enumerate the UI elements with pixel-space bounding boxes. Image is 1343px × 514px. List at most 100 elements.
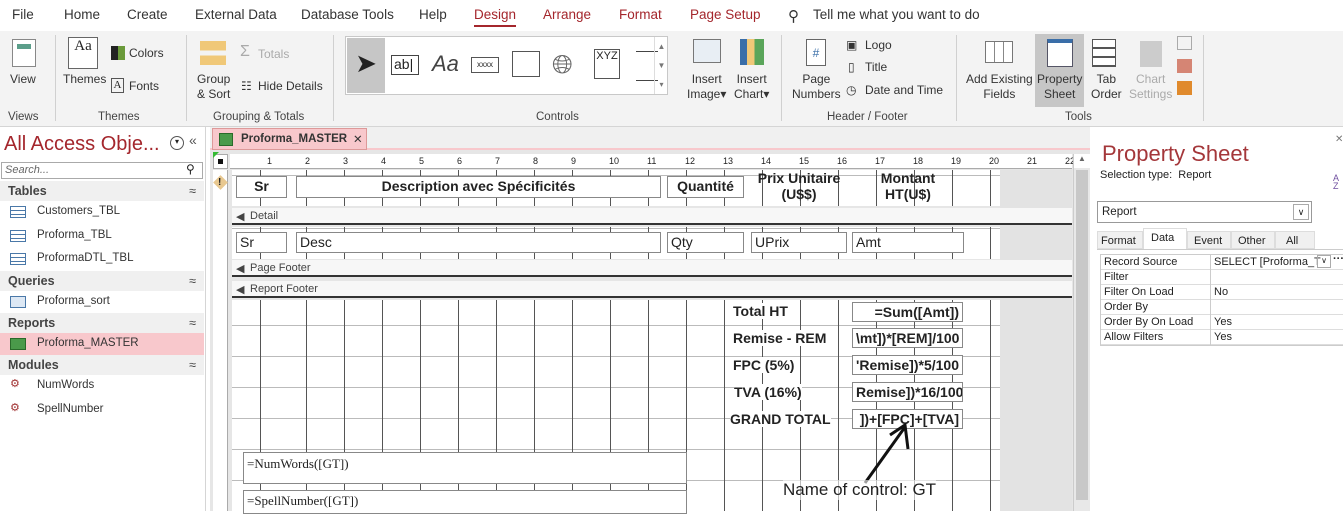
fonts-button[interactable]: Fonts — [129, 79, 159, 94]
vertical-scrollbar[interactable]: ▲ — [1073, 154, 1090, 511]
label-fpc[interactable]: FPC (5%) — [733, 357, 795, 373]
builder-ellipsis-icon[interactable]: ··· — [1333, 253, 1343, 265]
nav-menu-chevron-icon[interactable]: ▾ — [170, 136, 184, 150]
page-numbers-button[interactable]: Page Numbers — [792, 72, 841, 102]
field-tva[interactable]: Remise])*16/100 — [852, 382, 963, 402]
detail-field-amt[interactable]: Amt — [852, 232, 964, 253]
tab-help[interactable]: Help — [419, 7, 447, 22]
detail-field-qty[interactable]: Qty — [667, 232, 744, 253]
textbox-control-icon[interactable]: ab| — [391, 55, 419, 75]
tab-create[interactable]: Create — [127, 7, 168, 22]
logo-button[interactable]: Logo — [865, 38, 892, 53]
date-time-button[interactable]: Date and Time — [865, 83, 943, 98]
tab-page-setup[interactable]: Page Setup — [690, 7, 761, 22]
subform-icon[interactable] — [1177, 36, 1192, 50]
field-spellnumber[interactable]: =SpellNumber([GT]) — [243, 490, 687, 514]
header-label-prix-unitaire[interactable]: Prix Unitaire (U$$) — [752, 170, 846, 206]
nav-section-modules[interactable]: Modules ≈ — [0, 355, 204, 375]
header-label-sr[interactable]: Sr — [236, 176, 287, 198]
property-sheet-button[interactable]: Property Sheet — [1037, 72, 1082, 102]
header-label-description[interactable]: Description avec Spécificités — [296, 176, 661, 198]
property-sheet-title: Property Sheet — [1102, 141, 1249, 166]
insert-chart-button[interactable]: Insert Chart▾ — [734, 72, 769, 102]
header-label-quantite[interactable]: Quantité — [667, 176, 744, 198]
insert-image-button[interactable]: Insert Image▾ — [687, 72, 726, 102]
chevron-down-icon[interactable]: ∨ — [1317, 255, 1331, 268]
nav-item-proforma-tbl[interactable]: Proforma_TBL — [0, 225, 204, 247]
sort-icon[interactable]: AZ — [1333, 174, 1339, 191]
title-button[interactable]: Title — [865, 60, 887, 75]
field-total-ht[interactable]: =Sum([Amt]) — [852, 302, 963, 322]
tab-order-button[interactable]: Tab Order — [1091, 72, 1122, 102]
nav-item-numwords[interactable]: ⚙ NumWords — [0, 375, 204, 397]
detail-band-header[interactable]: ◀ Detail — [232, 208, 1072, 225]
nav-item-spellnumber[interactable]: ⚙ SpellNumber — [0, 399, 204, 421]
nav-search-icon[interactable]: ⚲ — [186, 162, 195, 176]
nav-item-proforma-sort[interactable]: Proforma_sort — [0, 291, 204, 313]
nav-section-tables[interactable]: Tables ≈ — [0, 181, 204, 201]
totals-button[interactable]: Totals — [258, 47, 289, 62]
field-fpc[interactable]: 'Remise])*5/100 — [852, 355, 963, 375]
add-existing-fields-button[interactable]: Add Existing Fields — [966, 72, 1033, 102]
close-pane-icon[interactable]: ✕ — [1335, 134, 1343, 145]
convert-macros-icon[interactable] — [1177, 81, 1192, 95]
hide-details-icon: ☷ — [241, 79, 252, 93]
tab-format[interactable]: Format — [1097, 231, 1143, 249]
document-tab-proforma-master[interactable]: Proforma_MASTER ✕ — [212, 128, 367, 150]
label-grand-total[interactable]: GRAND TOTAL — [730, 411, 831, 427]
hyperlink-icon[interactable]: 🌐︎ — [552, 49, 573, 81]
selection-dropdown[interactable]: Report ∨ — [1097, 201, 1312, 223]
tab-design[interactable]: Design — [474, 7, 517, 27]
label-total-ht[interactable]: Total HT — [733, 303, 788, 319]
tab-database-tools[interactable]: Database Tools — [301, 7, 394, 22]
property-row-allow-filters[interactable]: Allow Filters Yes — [1101, 330, 1343, 345]
tab-data[interactable]: Data — [1143, 228, 1187, 249]
group-sort-button[interactable]: Group & Sort — [197, 72, 230, 102]
property-row-order-by[interactable]: Order By — [1101, 300, 1343, 315]
nav-item-customers-tbl[interactable]: Customers_TBL — [0, 201, 204, 223]
collapse-nav-icon[interactable]: « — [189, 132, 197, 148]
themes-button[interactable]: Themes — [63, 72, 106, 87]
ruler-tick-label: 21 — [1027, 156, 1038, 166]
field-numwords[interactable]: =NumWords([GT]) — [243, 452, 687, 484]
report-footer-band-header[interactable]: ◀ Report Footer — [232, 281, 1072, 298]
tab-other[interactable]: Other — [1231, 231, 1275, 249]
tab-external-data[interactable]: External Data — [195, 7, 277, 22]
nav-item-proformadtl-tbl[interactable]: ProformaDTL_TBL — [0, 248, 204, 270]
tab-all[interactable]: All — [1275, 231, 1315, 249]
tell-me-search[interactable]: Tell me what you want to do — [813, 7, 980, 22]
detail-field-sr[interactable]: Sr — [236, 232, 287, 253]
button-control-icon[interactable]: xxxx — [471, 57, 499, 73]
header-label-montant[interactable]: Montant HT(U$) — [852, 170, 964, 206]
tab-event[interactable]: Event — [1187, 231, 1231, 249]
web-browser-control-icon[interactable]: XYZ — [594, 49, 620, 79]
nav-title[interactable]: All Access Obje... — [4, 133, 160, 156]
tab-home[interactable]: Home — [64, 7, 100, 22]
page-footer-band-header[interactable]: ◀ Page Footer — [232, 260, 1072, 277]
label-tva[interactable]: TVA (16%) — [734, 384, 802, 400]
select-pointer-icon[interactable]: ➤ — [347, 38, 385, 93]
label-control-icon[interactable]: Aa — [432, 51, 459, 77]
detail-field-uprix[interactable]: UPrix — [751, 232, 847, 253]
detail-field-desc[interactable]: Desc — [296, 232, 661, 253]
close-tab-icon[interactable]: ✕ — [353, 132, 363, 146]
label-remise[interactable]: Remise - REM — [733, 330, 827, 346]
gallery-scroll[interactable]: ▲ ▼ ▾ — [654, 37, 668, 94]
colors-button[interactable]: Colors — [129, 46, 164, 61]
view-button[interactable]: View — [10, 72, 36, 87]
field-remise[interactable]: \mt])*[REM]/100 — [852, 328, 963, 348]
tab-arrange[interactable]: Arrange — [543, 7, 591, 22]
nav-section-reports[interactable]: Reports ≈ — [0, 313, 204, 333]
property-row-filter-on-load[interactable]: Filter On Load No — [1101, 285, 1343, 300]
tab-control-icon[interactable] — [512, 51, 540, 77]
hide-details-button[interactable]: Hide Details — [258, 79, 323, 94]
nav-item-proforma-master[interactable]: Proforma_MASTER — [0, 333, 204, 355]
view-code-icon[interactable] — [1177, 59, 1192, 73]
nav-section-queries[interactable]: Queries ≈ — [0, 271, 204, 291]
nav-search-input[interactable]: Search... — [1, 162, 203, 179]
property-row-order-by-on-load[interactable]: Order By On Load Yes — [1101, 315, 1343, 330]
property-row-filter[interactable]: Filter — [1101, 270, 1343, 285]
tab-format[interactable]: Format — [619, 7, 662, 22]
tab-file[interactable]: File — [12, 7, 34, 22]
property-row-record-source[interactable]: Record Source SELECT [Proforma_T ∨ ··· — [1101, 253, 1343, 270]
